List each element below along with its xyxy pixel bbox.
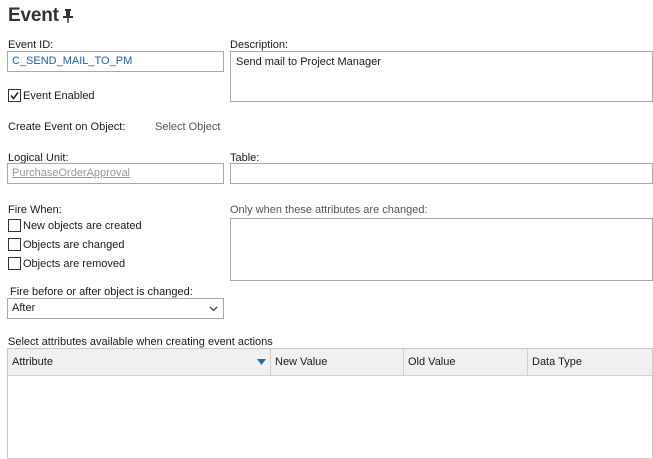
sort-down-icon[interactable]: [257, 359, 266, 365]
table-input[interactable]: [230, 163, 653, 184]
attributes-grid-label: Select attributes available when creatin…: [8, 336, 273, 348]
column-header-attribute[interactable]: Attribute: [8, 349, 271, 375]
objects-changed-checkbox[interactable]: [8, 238, 21, 251]
new-objects-created-checkbox[interactable]: [8, 219, 21, 232]
page-title: Event: [8, 5, 59, 26]
description-label: Description:: [230, 39, 289, 51]
event-id-label: Event ID:: [8, 39, 54, 51]
event-enabled-label: Event Enabled: [23, 90, 95, 102]
select-object-link[interactable]: Select Object: [155, 121, 220, 133]
pin-icon[interactable]: [62, 9, 74, 23]
objects-changed-label: Objects are changed: [23, 239, 125, 251]
description-textarea[interactable]: Send mail to Project Manager: [230, 51, 653, 102]
objects-removed-label: Objects are removed: [23, 258, 126, 270]
attributes-grid[interactable]: Attribute New Value Old Value Data Type: [7, 348, 653, 459]
event-id-input[interactable]: C_SEND_MAIL_TO_PM: [7, 51, 224, 72]
logical-unit-input[interactable]: PurchaseOrderApproval: [7, 163, 224, 184]
fire-before-after-value: After: [12, 302, 36, 314]
fire-when-label: Fire When:: [8, 204, 62, 216]
only-when-attributes-label: Only when these attributes are changed:: [230, 204, 428, 216]
create-event-on-object-label: Create Event on Object:: [8, 121, 126, 133]
attributes-grid-header: Attribute New Value Old Value Data Type: [8, 349, 652, 376]
column-header-data-type[interactable]: Data Type: [528, 349, 652, 375]
event-enabled-checkbox[interactable]: [8, 89, 21, 102]
column-header-old-value[interactable]: Old Value: [404, 349, 528, 375]
chevron-down-icon: [209, 306, 218, 312]
new-objects-created-label: New objects are created: [23, 220, 142, 232]
fire-before-after-select[interactable]: After: [7, 298, 224, 319]
column-header-new-value[interactable]: New Value: [271, 349, 404, 375]
fire-before-after-label: Fire before or after object is changed:: [10, 286, 193, 298]
objects-removed-checkbox[interactable]: [8, 257, 21, 270]
only-when-attributes-list[interactable]: [230, 218, 653, 281]
